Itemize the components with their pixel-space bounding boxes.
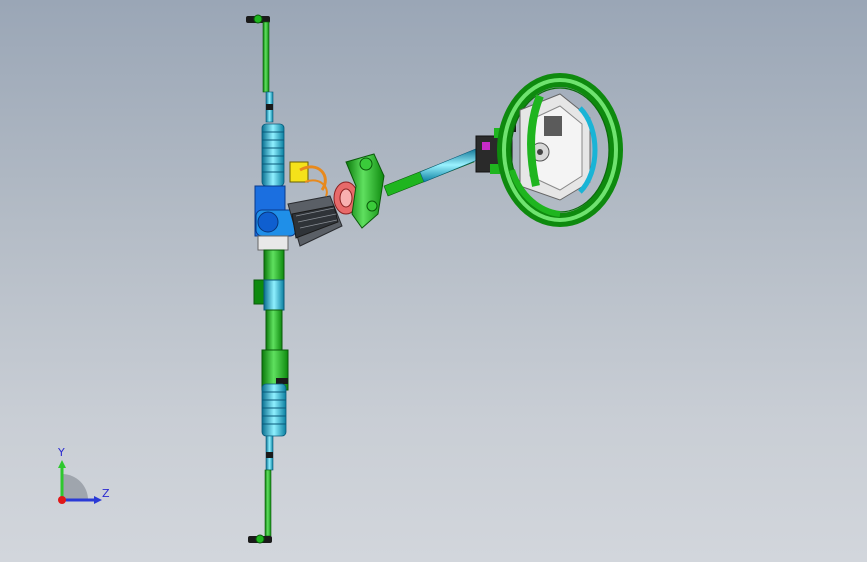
steering-assembly-model[interactable] bbox=[0, 0, 867, 562]
rack-housing bbox=[254, 185, 297, 251]
bellows-bottom bbox=[261, 383, 287, 437]
rack-tube bbox=[253, 249, 289, 391]
eps-motor-unit bbox=[287, 161, 359, 247]
steering-wheel[interactable] bbox=[497, 73, 623, 227]
tie-rod-top bbox=[246, 14, 274, 123]
tie-rod-bottom bbox=[248, 435, 274, 544]
bellows-top bbox=[261, 123, 285, 187]
graphics-viewport[interactable]: Y Z bbox=[0, 0, 867, 562]
steering-shaft bbox=[383, 147, 483, 197]
